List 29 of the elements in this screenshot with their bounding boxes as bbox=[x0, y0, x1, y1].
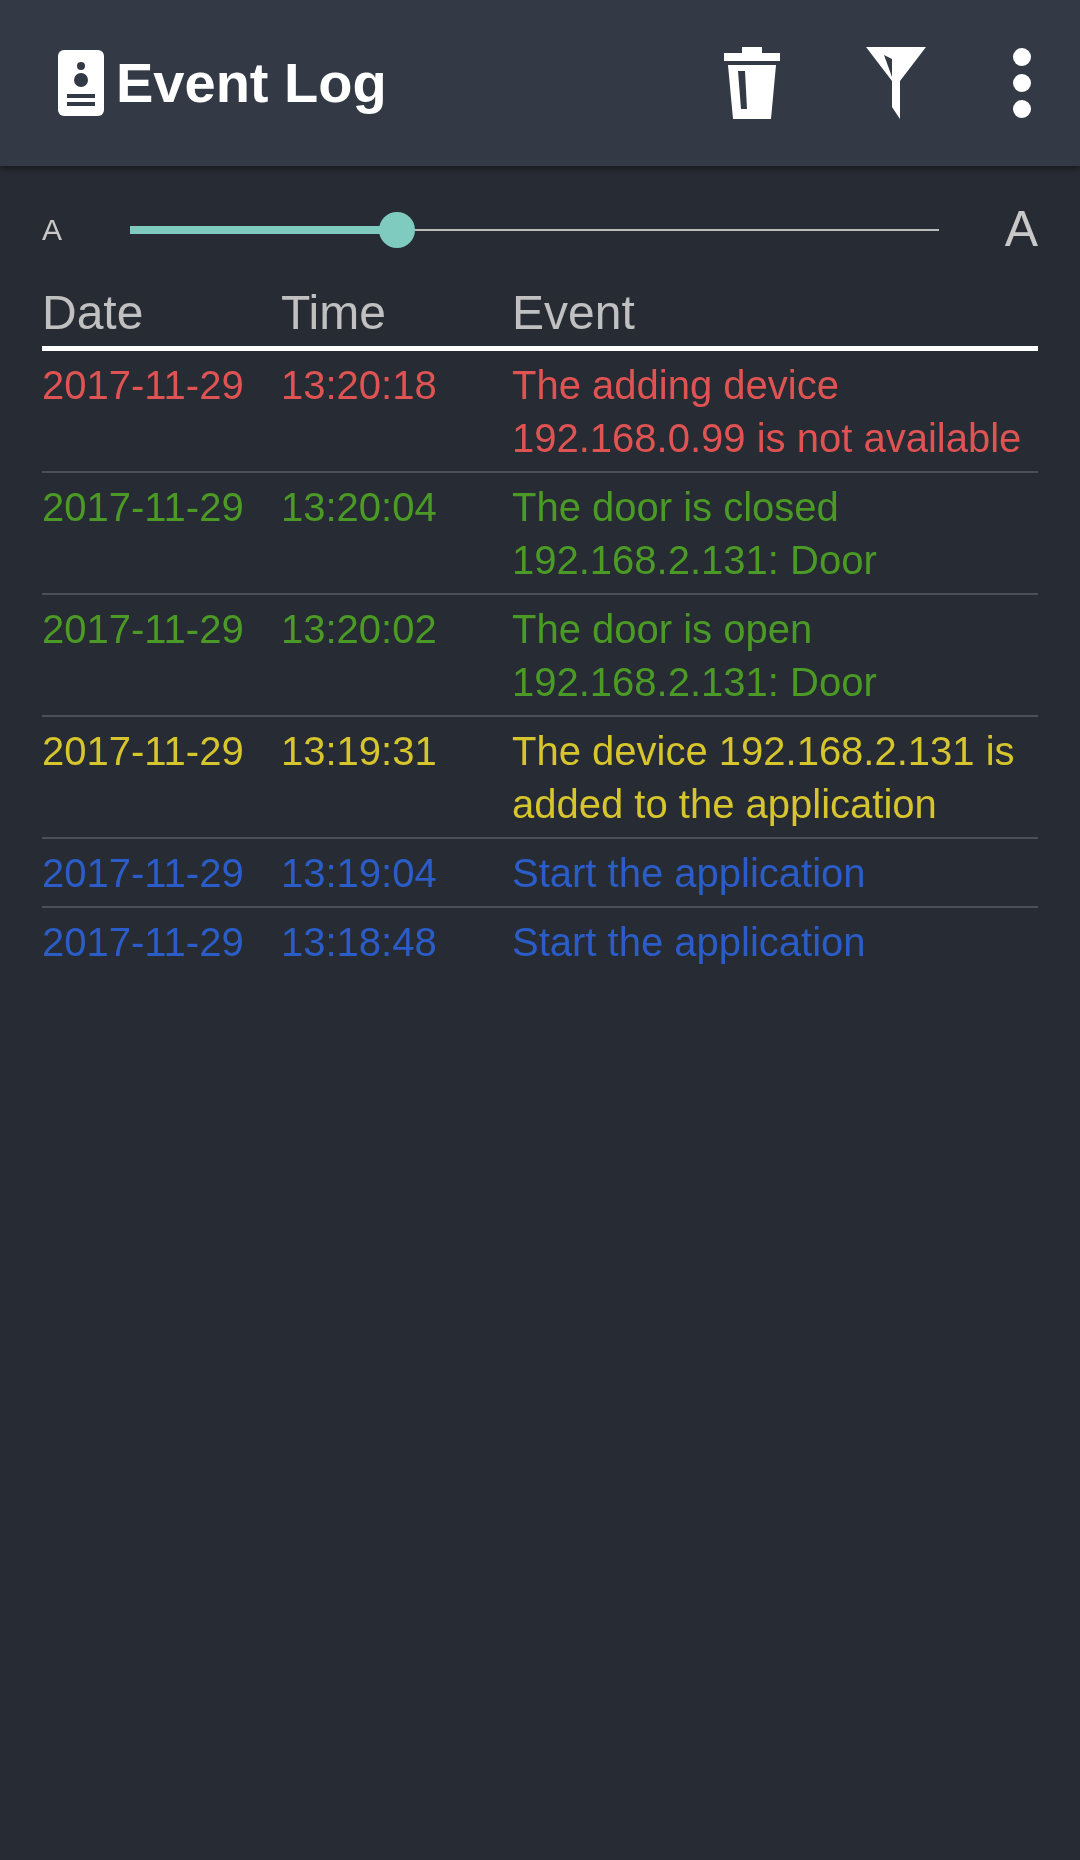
event-text: Start the application bbox=[512, 919, 866, 964]
badge-icon bbox=[58, 50, 104, 116]
time-text: 13:20:18 bbox=[281, 362, 437, 407]
column-header: Date bbox=[42, 286, 144, 339]
date-text: 2017-11-29 bbox=[42, 728, 244, 773]
small-text-label: A bbox=[42, 212, 62, 248]
column-header: Time bbox=[281, 286, 386, 339]
event-text: The door is open 192.168.2.131: Door bbox=[512, 606, 877, 704]
trash-icon bbox=[724, 47, 780, 119]
time-text: 13:20:02 bbox=[281, 606, 437, 651]
event-text: The device 192.168.2.131 is added to the application bbox=[512, 728, 1015, 826]
time-text: 13:19:31 bbox=[281, 728, 437, 773]
large-text-label: A bbox=[1004, 200, 1038, 259]
date-text: 2017-11-29 bbox=[42, 484, 244, 529]
date-text: 2017-11-29 bbox=[42, 362, 244, 407]
date-text: 2017-11-29 bbox=[42, 606, 244, 651]
time-text: 13:19:04 bbox=[281, 850, 437, 895]
slider-thumb[interactable] bbox=[378, 211, 415, 248]
event-text: The adding device 192.168.0.99 is not available bbox=[512, 362, 1022, 460]
time-text: 13:20:04 bbox=[281, 484, 437, 529]
date-text: 2017-11-29 bbox=[42, 850, 244, 895]
time-text: 13:18:48 bbox=[281, 919, 437, 964]
app-title: Event Log bbox=[116, 50, 387, 116]
filter-icon bbox=[866, 47, 926, 119]
date-text: 2017-11-29 bbox=[42, 919, 244, 964]
more-icon bbox=[1012, 47, 1032, 119]
event-text: Start the application bbox=[512, 850, 866, 895]
event-text: The door is closed 192.168.2.131: Door bbox=[512, 484, 877, 582]
column-header: Event bbox=[512, 286, 635, 339]
